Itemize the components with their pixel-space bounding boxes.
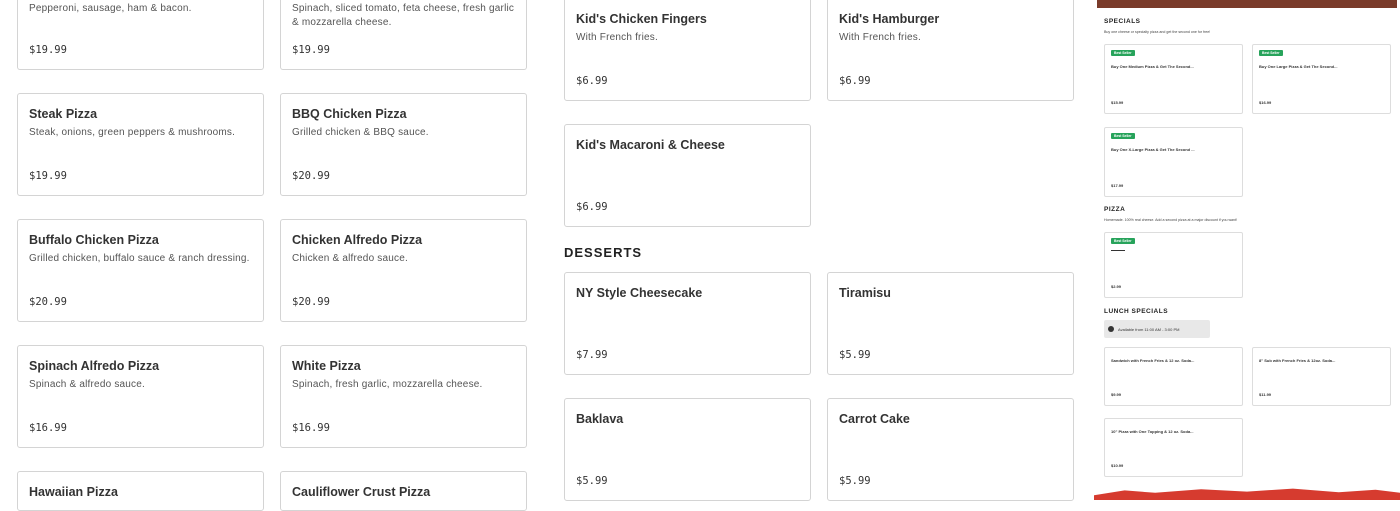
preview-lunch-card[interactable]: Sandwich with French Fries & 12 oz. Soda… [1104, 347, 1243, 406]
item-name: Spinach Alfredo Pizza [29, 359, 160, 373]
item-description: Pepperoni, sausage, ham & bacon. [29, 3, 192, 14]
preview-item-name: Sandwich with French Fries & 12 oz. Soda… [1111, 358, 1195, 363]
best-seller-badge: Best Seller [1111, 50, 1135, 56]
item-name: Kid's Macaroni & Cheese [576, 138, 725, 152]
menu-item-card[interactable]: Carrot Cake $5.99 [827, 398, 1074, 501]
item-description: Spinach, fresh garlic, mozzarella cheese… [292, 379, 483, 390]
menu-item-card[interactable]: Spinach Alfredo Pizza Spinach & alfredo … [17, 345, 264, 448]
menu-item-card[interactable]: Chicken Alfredo Pizza Chicken & alfredo … [280, 219, 527, 322]
item-description: With French fries. [576, 32, 658, 43]
preview-lunch-card[interactable]: 10" Pizza with One Topping & 12 oz. Soda… [1104, 418, 1243, 477]
item-price: $19.99 [29, 44, 67, 56]
preview-item-price: $9.99 [1111, 392, 1122, 397]
item-name: Chicken Alfredo Pizza [292, 233, 423, 247]
menu-item-card[interactable]: Pepperoni, sausage, ham & bacon. $19.99 [17, 0, 264, 70]
clock-icon [1108, 326, 1114, 332]
item-description: Spinach, sliced tomato, feta cheese, fre… [292, 3, 515, 28]
item-description: Grilled chicken, buffalo sauce & ranch d… [29, 253, 250, 264]
preview-specials-title: SPECIALS [1104, 18, 1141, 25]
best-seller-badge: Best Seller [1259, 50, 1283, 56]
item-name: Hawaiian Pizza [29, 485, 118, 499]
preview-item-name: Buy One Medium Pizza & Get The Second... [1111, 64, 1194, 69]
preview-lunch-title: LUNCH SPECIALS [1104, 308, 1169, 315]
menu-item-card[interactable]: White Pizza Spinach, fresh garlic, mozza… [280, 345, 527, 448]
item-description: With French fries. [839, 32, 921, 43]
preview-specials-subtitle: Buy one cheese or specialty pizza and ge… [1104, 30, 1211, 34]
item-name: Cauliflower Crust Pizza [292, 485, 431, 499]
item-price: $16.99 [29, 422, 67, 434]
item-price: $7.99 [576, 349, 608, 361]
preview-item-price: $10.99 [1111, 463, 1124, 468]
item-name: BBQ Chicken Pizza [292, 107, 407, 121]
item-price: $16.99 [292, 422, 330, 434]
preview-item-name: Buy One Large Pizza & Get The Second... [1259, 64, 1338, 69]
item-description: Steak, onions, green peppers & mushrooms… [29, 127, 236, 138]
preview-item-name-placeholder [1111, 250, 1125, 251]
preview-pizza-subtitle: Homemade. 100% real cheese. Add a second… [1104, 218, 1238, 222]
preview-special-card[interactable]: Best Seller Buy One Medium Pizza & Get T… [1104, 44, 1243, 114]
footer-decoration [1094, 488, 1400, 500]
item-price: $20.99 [292, 296, 330, 308]
preview-item-name: 8" Sub with French Fries & 12oz. Soda... [1259, 358, 1336, 363]
item-name: Kid's Hamburger [839, 12, 940, 26]
menu-item-card[interactable]: Buffalo Chicken Pizza Grilled chicken, b… [17, 219, 264, 322]
item-name: White Pizza [292, 359, 361, 373]
preview-item-price: $16.99 [1259, 100, 1272, 105]
banner-image [1097, 0, 1397, 8]
item-name: Carrot Cake [839, 412, 910, 426]
preview-item-price: $17.99 [1111, 183, 1124, 188]
menu-preview-panel: SPECIALS Buy one cheese or specialty piz… [1094, 0, 1400, 500]
menu-item-card[interactable]: Baklava $5.99 [564, 398, 811, 501]
item-price: $19.99 [292, 44, 330, 56]
preview-pizza-title: PIZZA [1104, 206, 1126, 213]
preview-special-card[interactable]: Best Seller Buy One X-Large Pizza & Get … [1104, 127, 1243, 197]
item-description: Grilled chicken & BBQ sauce. [292, 127, 429, 138]
section-title-desserts: DESSERTS [564, 245, 643, 260]
lunch-availability-text: Available from 11:00 AM - 3:00 PM [1118, 326, 1180, 332]
item-name: Buffalo Chicken Pizza [29, 233, 159, 247]
item-name: Baklava [576, 412, 624, 426]
item-price: $20.99 [29, 296, 67, 308]
preview-lunch-card[interactable]: 8" Sub with French Fries & 12oz. Soda...… [1252, 347, 1391, 406]
preview-special-card[interactable]: Best Seller Buy One Large Pizza & Get Th… [1252, 44, 1391, 114]
menu-item-card[interactable]: Kid's Hamburger With French fries. $6.99 [827, 0, 1074, 101]
menu-item-card[interactable]: Steak Pizza Steak, onions, green peppers… [17, 93, 264, 196]
item-price: $19.99 [29, 170, 67, 182]
menu-item-card[interactable]: Kid's Macaroni & Cheese $6.99 [564, 124, 811, 227]
menu-item-card[interactable]: Spinach, sliced tomato, feta cheese, fre… [280, 0, 527, 70]
preview-item-name: 10" Pizza with One Topping & 12 oz. Soda… [1111, 429, 1194, 434]
menu-item-card[interactable]: Hawaiian Pizza [17, 471, 264, 511]
item-price: $5.99 [839, 475, 871, 487]
item-name: Kid's Chicken Fingers [576, 12, 707, 26]
item-price: $20.99 [292, 170, 330, 182]
preview-item-price: $11.99 [1259, 392, 1272, 397]
item-name: NY Style Cheesecake [576, 286, 703, 300]
preview-item-price: $15.99 [1111, 100, 1124, 105]
item-price: $5.99 [839, 349, 871, 361]
item-name: Tiramisu [839, 286, 891, 300]
menu-item-card[interactable]: BBQ Chicken Pizza Grilled chicken & BBQ … [280, 93, 527, 196]
preview-item-price: $2.99 [1111, 284, 1122, 289]
item-description: Spinach & alfredo sauce. [29, 379, 145, 390]
lunch-availability: Available from 11:00 AM - 3:00 PM [1104, 320, 1210, 338]
menu-item-card[interactable]: Tiramisu $5.99 [827, 272, 1074, 375]
preview-pizza-card[interactable]: Best Seller $2.99 [1104, 232, 1243, 298]
item-name: Steak Pizza [29, 107, 98, 121]
menu-item-card[interactable]: NY Style Cheesecake $7.99 [564, 272, 811, 375]
item-price: $6.99 [576, 75, 608, 87]
item-price: $6.99 [839, 75, 871, 87]
item-price: $5.99 [576, 475, 608, 487]
item-description: Chicken & alfredo sauce. [292, 253, 408, 264]
item-price: $6.99 [576, 201, 608, 213]
best-seller-badge: Best Seller [1111, 133, 1135, 139]
menu-item-card[interactable]: Cauliflower Crust Pizza [280, 471, 527, 511]
preview-item-name: Buy One X-Large Pizza & Get The Second .… [1111, 147, 1195, 152]
menu-item-card[interactable]: Kid's Chicken Fingers With French fries.… [564, 0, 811, 101]
best-seller-badge: Best Seller [1111, 238, 1135, 244]
